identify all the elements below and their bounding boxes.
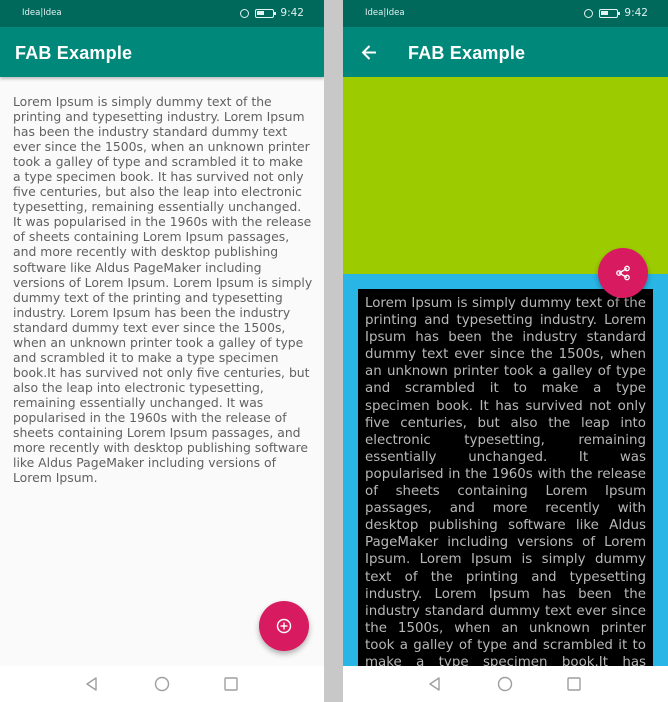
alarm-icon — [240, 8, 250, 18]
nav-recents-icon[interactable] — [566, 676, 582, 692]
app-bar: FAB Example — [0, 27, 324, 77]
right-phone-screen: Idea|Idea 9:42 FAB Example Lorem Ipsum i… — [343, 0, 668, 702]
back-arrow-icon[interactable] — [361, 44, 378, 61]
app-bar: FAB Example — [343, 27, 668, 77]
alarm-icon — [584, 8, 594, 18]
body-text: Lorem Ipsum is simply dummy text of the … — [365, 296, 646, 669]
app-title: FAB Example — [408, 43, 526, 63]
carrier-label: Idea|Idea — [365, 8, 405, 18]
battery-icon — [255, 8, 277, 18]
carrier-label: Idea|Idea — [22, 8, 62, 18]
header-image-block — [343, 77, 668, 274]
battery-icon — [599, 8, 621, 18]
app-title: FAB Example — [15, 43, 133, 63]
nav-back-icon[interactable] — [84, 676, 100, 692]
nav-recents-icon[interactable] — [223, 676, 239, 692]
status-time: 9:42 — [280, 7, 304, 19]
content-background: Lorem Ipsum is simply dummy text of the … — [343, 274, 668, 669]
body-text: Lorem Ipsum is simply dummy text of the … — [13, 94, 313, 486]
text-card: Lorem Ipsum is simply dummy text of the … — [358, 289, 653, 669]
share-fab-button[interactable] — [598, 248, 648, 298]
system-nav-bar — [0, 666, 324, 702]
system-nav-bar — [343, 666, 668, 702]
floating-action-button[interactable] — [259, 601, 309, 651]
status-time: 9:42 — [624, 7, 648, 19]
nav-home-icon[interactable] — [497, 676, 513, 692]
share-icon — [616, 265, 630, 281]
nav-back-icon[interactable] — [427, 676, 443, 692]
add-circle-icon — [276, 618, 292, 634]
nav-home-icon[interactable] — [154, 676, 170, 692]
status-bar: Idea|Idea 9:42 — [343, 0, 668, 27]
left-phone-screen: Idea|Idea 9:42 FAB Example Lorem Ipsum i… — [0, 0, 324, 702]
status-bar: Idea|Idea 9:42 — [0, 0, 324, 27]
